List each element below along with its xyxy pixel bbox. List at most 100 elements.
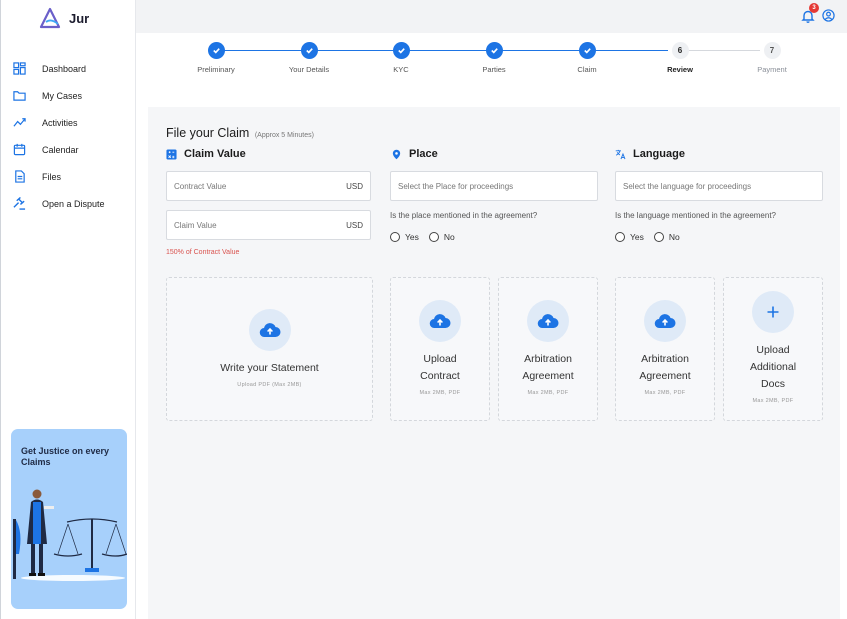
file-icon [12, 170, 26, 184]
step-number: 6 [671, 42, 689, 59]
place-select[interactable]: Select the Place for proceedings [390, 171, 598, 201]
upload-card-title: Upload Additional Docs [750, 342, 796, 393]
app-logo[interactable]: Jur [37, 7, 89, 29]
step-label: Claim [577, 65, 597, 74]
upload-card-title: Write your Statement [220, 362, 319, 374]
step-payment[interactable]: 7 Payment [732, 42, 812, 74]
form-subtitle: (Approx 5 Minutes) [254, 132, 314, 139]
promo-title: Get Justice on every Claims [21, 446, 110, 467]
upload-cloud-icon [248, 309, 291, 351]
upload-contract-card[interactable]: Upload Contract Max 2MB, PDF [390, 277, 490, 421]
check-icon [300, 42, 318, 59]
claim-value-heading: Claim Value [166, 148, 246, 160]
step-label: Review [667, 65, 693, 74]
claim-value-placeholder: Claim Value [174, 220, 217, 230]
calculator-icon [166, 148, 177, 160]
justice-illustration [13, 489, 127, 581]
sidebar-nav: Dashboard My Cases Activities Calendar F… [1, 55, 136, 217]
language-no-radio[interactable]: No [653, 232, 680, 242]
step-your-details[interactable]: Your Details [269, 42, 349, 74]
sidebar-item-label: My Cases [42, 90, 83, 101]
language-radio-group: Yes No [615, 232, 690, 242]
upload-card-title-line2: Additional [749, 361, 797, 373]
plus-icon [752, 291, 794, 333]
sidebar-item-label: Activities [42, 117, 78, 128]
upload-arbitration-agreement-card[interactable]: Arbitration Agreement Max 2MB, PDF [498, 277, 598, 421]
language-heading: Language [615, 148, 685, 160]
contract-value-placeholder: Contract Value [174, 181, 227, 191]
step-parties[interactable]: Parties [454, 42, 534, 74]
sidebar-item-label: Dashboard [42, 63, 87, 74]
sidebar-item-label: Calendar [42, 144, 79, 155]
radio-circle [615, 232, 625, 242]
radio-circle [653, 232, 664, 242]
step-claim[interactable]: Claim [547, 42, 627, 74]
upload-card-note: Max 2MB, PDF [644, 390, 686, 396]
upload-cloud-icon [644, 300, 686, 342]
step-label: Payment [757, 65, 787, 74]
language-yes-radio[interactable]: Yes [615, 232, 644, 242]
sidebar-item-files[interactable]: Files [1, 163, 136, 190]
claim-form-panel: File your Claim (Approx 5 Minutes) Claim… [148, 107, 840, 619]
radio-circle [428, 232, 439, 242]
upload-card-note: Max 2MB, PDF [419, 390, 461, 396]
language-question: Is the language mentioned in the agreeme… [615, 211, 777, 220]
upload-card-title-line1: Arbitration [524, 353, 572, 365]
sidebar: Jur Dashboard My Cases Activities Calend… [0, 0, 136, 619]
step-kyc[interactable]: KYC [361, 42, 441, 74]
notification-badge: 3 [809, 3, 819, 13]
upload-arbitration-agreement-card-2[interactable]: Arbitration Agreement Max 2MB, PDF [615, 277, 715, 421]
sidebar-item-activities[interactable]: Activities [1, 109, 136, 136]
claim-value-input[interactable]: Claim Value USD [166, 210, 371, 240]
folder-icon [12, 89, 26, 103]
dashboard-icon [12, 62, 26, 76]
place-heading: Place [391, 148, 438, 160]
upload-card-note: Max 2MB, PDF [752, 398, 794, 404]
step-review[interactable]: 6 Review [640, 42, 720, 74]
upload-cloud-icon [419, 300, 461, 342]
check-icon [578, 42, 596, 59]
check-icon [207, 42, 225, 59]
activity-icon [12, 116, 26, 130]
place-select-placeholder: Select the Place for proceedings [398, 181, 514, 191]
radio-label: Yes [630, 232, 644, 242]
upload-card-title: Arbitration Agreement [522, 351, 573, 385]
upload-card-title: Upload Contract [420, 351, 460, 385]
progress-stepper: Preliminary Your Details KYC Parties Cla… [136, 33, 847, 93]
upload-card-title-line2: Agreement [522, 370, 574, 382]
contract-value-input[interactable]: Contract Value USD [166, 171, 371, 201]
sidebar-item-dashboard[interactable]: Dashboard [1, 55, 136, 82]
location-pin-icon [392, 149, 401, 159]
upload-card-title-line3: Docs [761, 378, 785, 390]
language-select[interactable]: Select the language for proceedings [615, 171, 823, 201]
upload-card-title-line1: Upload [756, 344, 790, 356]
jur-logo-icon [39, 7, 61, 29]
place-no-radio[interactable]: No [428, 232, 455, 242]
step-preliminary[interactable]: Preliminary [176, 42, 256, 74]
place-question: Is the place mentioned in the agreement? [390, 211, 538, 220]
place-heading-text: Place [409, 148, 438, 160]
upload-card-title: Arbitration Agreement [639, 351, 690, 385]
step-label: Preliminary [197, 65, 235, 74]
upload-card-note: Upload PDF (Max 2MB) [237, 382, 302, 388]
step-label: KYC [393, 65, 409, 74]
calendar-icon [12, 143, 26, 157]
form-title-text: File your Claim [166, 126, 250, 140]
write-statement-card[interactable]: Write your Statement Upload PDF (Max 2MB… [166, 277, 373, 421]
contract-value-unit: USD [346, 181, 363, 191]
upload-card-title-line2: Agreement [639, 370, 691, 382]
user-account-icon[interactable] [822, 9, 835, 22]
top-bar: 3 [136, 0, 847, 33]
gavel-icon [12, 197, 26, 211]
place-yes-radio[interactable]: Yes [390, 232, 419, 242]
language-heading-text: Language [633, 148, 685, 160]
step-label: Parties [482, 65, 506, 74]
check-icon [485, 42, 503, 59]
promo-card: Get Justice on every Claims [11, 429, 127, 609]
sidebar-item-label: Files [42, 171, 62, 182]
sidebar-item-my-cases[interactable]: My Cases [1, 82, 136, 109]
sidebar-item-open-a-dispute[interactable]: Open a Dispute [1, 190, 136, 217]
sidebar-item-calendar[interactable]: Calendar [1, 136, 136, 163]
radio-circle [390, 232, 400, 242]
upload-additional-docs-card[interactable]: Upload Additional Docs Max 2MB, PDF [723, 277, 823, 421]
